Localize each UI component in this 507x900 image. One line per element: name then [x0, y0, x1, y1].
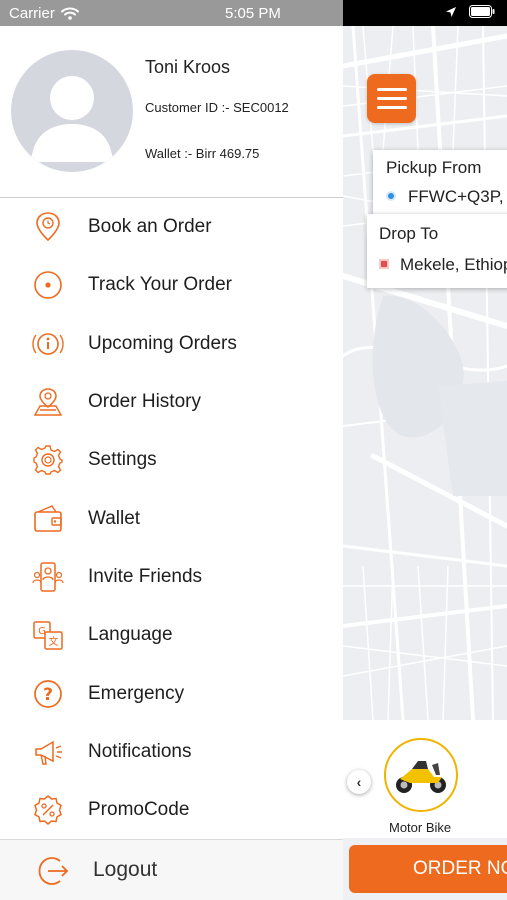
menu-label: Emergency: [88, 682, 185, 704]
svg-text:?: ?: [43, 685, 53, 705]
location-arrow-icon: [446, 6, 456, 17]
profile-name: Toni Kroos: [145, 57, 231, 77]
vehicle-option-motor-bike[interactable]: [384, 738, 458, 812]
logout-icon: [38, 857, 69, 885]
vehicle-selector: ‹ Motor Bike: [343, 720, 507, 838]
menu-label: Settings: [88, 449, 157, 471]
menu-label: Order History: [88, 391, 201, 413]
menu-item-track-order[interactable]: Track Your Order: [0, 256, 343, 314]
menu-item-upcoming-orders[interactable]: Upcoming Orders: [0, 315, 343, 373]
menu-item-language[interactable]: G文 Language: [0, 606, 343, 664]
hamburger-line: [376, 88, 407, 91]
drop-card[interactable]: Drop To Mekele, Ethiop: [367, 214, 507, 288]
pickup-title: Pickup From: [386, 158, 482, 177]
logout-button[interactable]: Logout: [0, 839, 343, 900]
drop-marker-icon: [379, 259, 389, 269]
menu-label: Track Your Order: [88, 274, 232, 296]
avatar[interactable]: [11, 50, 133, 172]
menu-item-settings[interactable]: Settings: [0, 431, 343, 489]
map-panel: Pickup From FFWC+Q3P, Drop To Mekele, Et…: [343, 0, 507, 900]
upcoming-orders-icon: [31, 327, 65, 361]
battery-icon: [469, 5, 495, 18]
menu-label: Book an Order: [88, 216, 212, 238]
track-order-icon: [31, 268, 65, 302]
menu-button[interactable]: [367, 74, 416, 123]
motor-bike-icon: [396, 761, 446, 793]
menu-label: Invite Friends: [88, 565, 203, 587]
language-icon: G文: [31, 618, 65, 652]
menu-label: Wallet: [88, 507, 141, 529]
vehicle-label: Motor Bike: [389, 820, 452, 835]
order-history-icon: [31, 385, 65, 419]
menu-item-wallet[interactable]: Wallet: [0, 489, 343, 547]
status-time: 5:05 PM: [225, 5, 281, 22]
customer-id: Customer ID :- SEC0012: [145, 100, 289, 115]
hamburger-line: [376, 106, 407, 109]
wallet-icon: [31, 502, 65, 536]
hamburger-line: [376, 97, 407, 100]
drop-value: Mekele, Ethiop: [400, 255, 507, 274]
menu-label: PromoCode: [88, 799, 190, 821]
menu-item-book-order[interactable]: Book an Order: [0, 198, 343, 256]
menu-item-invite-friends[interactable]: Invite Friends: [0, 548, 343, 606]
menu-item-promo-code[interactable]: PromoCode: [0, 781, 343, 839]
menu-item-emergency[interactable]: ? Emergency: [0, 664, 343, 722]
promo-code-icon: [31, 793, 65, 827]
pickup-dot-icon: [386, 191, 396, 201]
menu-item-notifications[interactable]: Notifications: [0, 723, 343, 781]
side-drawer: Carrier 5:05 PM Toni Kroos Customer ID :…: [0, 0, 343, 900]
logout-label: Logout: [93, 858, 158, 881]
menu-label: Language: [88, 624, 173, 646]
settings-icon: [31, 443, 65, 477]
menu-item-order-history[interactable]: Order History: [0, 373, 343, 431]
svg-text:文: 文: [49, 635, 59, 648]
order-now-button[interactable]: ORDER NO: [349, 845, 507, 893]
carrier-label: Carrier: [9, 5, 55, 22]
menu-list: Book an Order Track Your Order Upcoming …: [0, 198, 343, 839]
map-view[interactable]: [343, 26, 507, 720]
user-silhouette-icon: [31, 76, 113, 162]
book-order-icon: [31, 210, 65, 244]
menu-label: Upcoming Orders: [88, 332, 237, 354]
wifi-icon: [60, 7, 79, 20]
emergency-icon: ?: [31, 677, 65, 711]
invite-friends-icon: [31, 560, 65, 594]
wallet-balance: Wallet :- Birr 469.75: [145, 146, 260, 161]
status-bar: Carrier 5:05 PM: [0, 0, 343, 26]
carrier-group: Carrier: [9, 5, 79, 22]
chevron-left-icon[interactable]: ‹: [347, 770, 371, 794]
pickup-card[interactable]: Pickup From FFWC+Q3P,: [373, 150, 507, 216]
notifications-icon: [31, 735, 65, 769]
pickup-value: FFWC+Q3P,: [408, 187, 504, 206]
drop-title: Drop To: [379, 224, 439, 243]
status-bar-right: [343, 0, 507, 26]
menu-label: Notifications: [88, 740, 192, 762]
